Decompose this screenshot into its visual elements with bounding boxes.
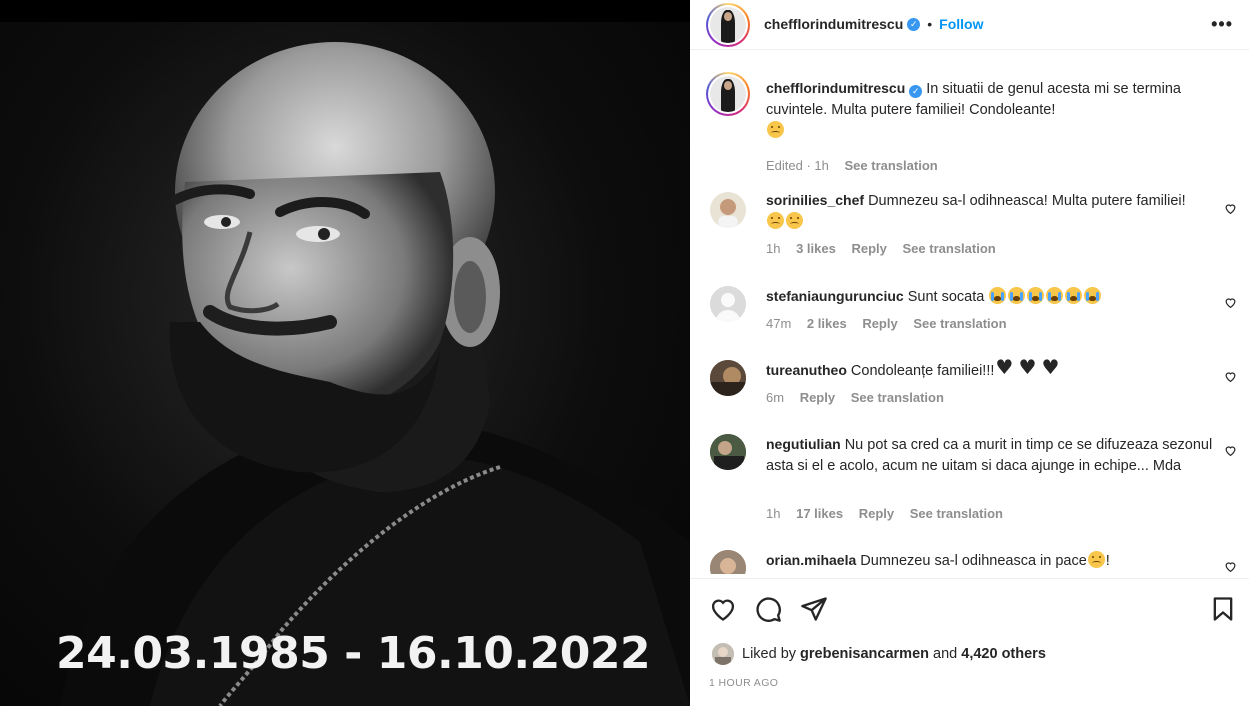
more-options-icon[interactable]: ••• <box>1211 14 1233 35</box>
comment-username[interactable]: tureanutheo <box>766 362 847 378</box>
comment-likes[interactable]: 17 likes <box>796 506 843 521</box>
commenter-avatar[interactable] <box>710 360 746 396</box>
comment-text: Condoleanțe familiei!!! <box>850 363 995 379</box>
commenter-avatar[interactable] <box>710 550 746 574</box>
liked-and: and <box>933 646 958 662</box>
black-heart-emoji-icon <box>995 357 1013 378</box>
commenter-avatar[interactable] <box>710 434 746 470</box>
caption-see-translation[interactable]: See translation <box>845 158 938 173</box>
crying-face-emoji-icon <box>1008 287 1026 304</box>
comment-like-heart-icon[interactable] <box>1224 560 1237 573</box>
header-username[interactable]: chefflorindumitrescu <box>764 16 903 32</box>
see-translation-button[interactable]: See translation <box>913 316 1006 331</box>
liked-user[interactable]: grebenisancarmen <box>800 646 929 662</box>
see-translation-button[interactable]: See translation <box>903 241 996 256</box>
comment-text: Dumnezeu sa-l odihneasca in pace <box>860 553 1087 569</box>
comment-username[interactable]: negutiulian <box>766 436 841 452</box>
liked-others[interactable]: 4,420 others <box>961 646 1046 662</box>
crying-face-emoji-icon <box>1027 287 1045 304</box>
black-heart-emoji-icon <box>1041 357 1059 378</box>
crying-face-emoji-icon <box>1084 287 1102 304</box>
caption-edited: Edited · 1h <box>766 158 829 173</box>
see-translation-button[interactable]: See translation <box>910 506 1003 521</box>
post-panel: chefflorindumitrescu ✓ • Follow ••• chef… <box>690 0 1249 706</box>
post-header: chefflorindumitrescu ✓ • Follow ••• <box>690 0 1249 50</box>
liker-avatar[interactable] <box>712 643 734 665</box>
post-media[interactable]: 24.03.1985 - 16.10.2022 <box>0 0 690 706</box>
save-bookmark-icon[interactable] <box>1209 595 1237 623</box>
sad-face-emoji-icon <box>1087 551 1105 568</box>
commenter-avatar[interactable] <box>710 286 746 322</box>
comment-text: Sunt socata <box>907 289 985 305</box>
comment-time: 1h <box>766 506 781 521</box>
post-actions: Liked by grebenisancarmen and 4,420 othe… <box>690 578 1249 706</box>
crying-face-emoji-icon <box>1046 287 1064 304</box>
comment-like-heart-icon[interactable] <box>1224 444 1237 457</box>
comment-username[interactable]: orian.mihaela <box>766 552 856 568</box>
comment-time: 47m <box>766 316 792 331</box>
comment-likes[interactable]: 2 likes <box>807 316 847 331</box>
reply-button[interactable]: Reply <box>851 241 886 256</box>
verified-badge-icon: ✓ <box>907 17 921 31</box>
comment-like-heart-icon[interactable] <box>1224 370 1237 383</box>
caption-avatar[interactable] <box>706 72 750 116</box>
like-heart-icon[interactable] <box>709 595 737 623</box>
share-paper-plane-icon[interactable] <box>800 595 828 623</box>
see-translation-button[interactable]: See translation <box>851 390 944 405</box>
crying-face-emoji-icon <box>1065 287 1083 304</box>
caption-username[interactable]: chefflorindumitrescu <box>766 80 905 96</box>
comment-like-heart-icon[interactable] <box>1224 296 1237 309</box>
verified-badge-icon: ✓ <box>909 85 923 98</box>
separator-dot: • <box>927 16 933 32</box>
comment-username[interactable]: sorinilies_chef <box>766 192 864 208</box>
dates-caption: 24.03.1985 - 16.10.2022 <box>56 628 651 679</box>
liked-by-summary[interactable]: Liked by grebenisancarmen and 4,420 othe… <box>712 643 1046 665</box>
reply-button[interactable]: Reply <box>862 316 897 331</box>
black-heart-emoji-icon <box>1018 357 1036 378</box>
follow-button[interactable]: Follow <box>939 16 983 32</box>
worried-face-emoji-icon <box>767 212 784 229</box>
post-timestamp: 1 HOUR AGO <box>709 677 779 689</box>
crying-face-emoji-icon <box>989 287 1007 304</box>
comment-like-heart-icon[interactable] <box>1224 202 1237 215</box>
comment-likes[interactable]: 3 likes <box>796 241 836 256</box>
commenter-avatar[interactable] <box>710 192 746 228</box>
comment-username[interactable]: stefaniaungurunciuc <box>766 288 904 304</box>
reply-button[interactable]: Reply <box>859 506 894 521</box>
comments-list[interactable]: chefflorindumitrescu ✓ In situatii de gen… <box>690 62 1249 574</box>
comment-text: Dumnezeu sa-l odihneasca! Multa putere f… <box>868 193 1186 209</box>
comment-time: 6m <box>766 390 785 405</box>
reply-button[interactable]: Reply <box>800 390 835 405</box>
comment-time: 1h <box>766 241 781 256</box>
sad-face-emoji-icon <box>767 121 784 138</box>
worried-face-emoji-icon <box>786 212 803 229</box>
liked-prefix: Liked by <box>742 646 797 662</box>
comment-trailing-text: ! <box>1105 553 1110 569</box>
portrait-image <box>60 42 690 706</box>
comment-bubble-icon[interactable] <box>754 595 782 623</box>
author-avatar[interactable] <box>706 3 750 47</box>
